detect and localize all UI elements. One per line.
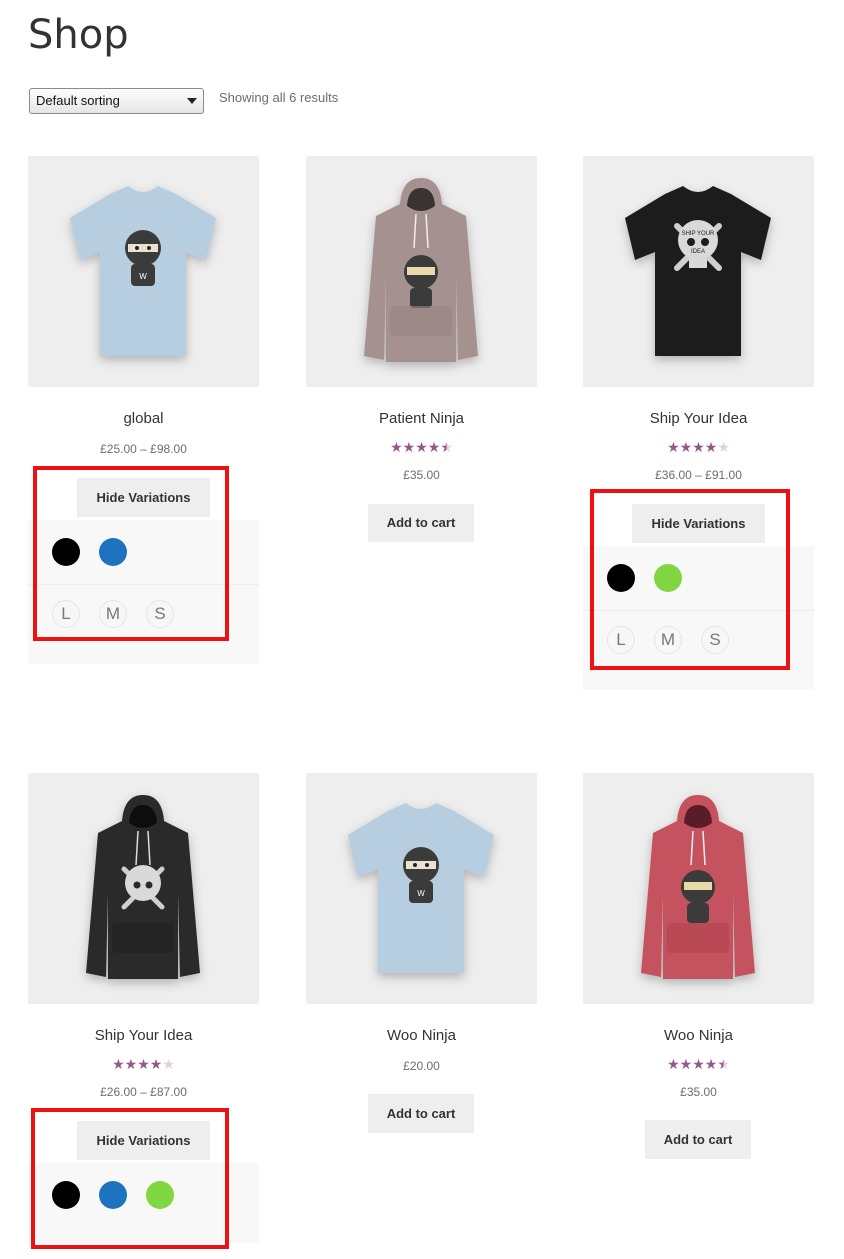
product-card[interactable]: Patient Ninja ★★★★★ £35.00 Add to cart: [306, 156, 537, 542]
star-rating: ★★★★★: [667, 1056, 730, 1072]
product-title[interactable]: global: [28, 410, 259, 427]
product-image[interactable]: [28, 773, 259, 1004]
product-image[interactable]: W: [306, 773, 537, 1004]
star-rating: ★★★★★: [667, 439, 730, 455]
highlight-box: [33, 466, 229, 641]
result-count: Showing all 6 results: [219, 90, 339, 105]
product-card[interactable]: SHIP YOUR IDEA Ship Your Idea ★★★★★ £36.…: [583, 156, 814, 690]
svg-text:IDEA: IDEA: [691, 249, 705, 255]
page-title: Shop: [28, 12, 129, 58]
product-price: £35.00: [403, 468, 440, 482]
product-title[interactable]: Woo Ninja: [583, 1027, 814, 1044]
highlight-box: [31, 1108, 229, 1249]
product-price: £35.00: [680, 1085, 717, 1099]
product-image[interactable]: W: [28, 156, 259, 387]
product-title[interactable]: Ship Your Idea: [28, 1027, 259, 1044]
product-price: £36.00 – £91.00: [655, 468, 742, 482]
product-image[interactable]: [583, 773, 814, 1004]
add-to-cart-button[interactable]: Add to cart: [368, 1094, 474, 1133]
product-title[interactable]: Ship Your Idea: [583, 410, 814, 427]
star-rating: ★★★★★: [390, 439, 453, 455]
product-price: £26.00 – £87.00: [100, 1085, 187, 1099]
product-card[interactable]: Ship Your Idea ★★★★★ £26.00 – £87.00 Hid…: [28, 773, 259, 1243]
product-card[interactable]: W Woo Ninja £20.00 Add to cart: [306, 773, 537, 1133]
svg-text:W: W: [417, 889, 425, 898]
product-title[interactable]: Patient Ninja: [306, 410, 537, 427]
add-to-cart-button[interactable]: Add to cart: [368, 504, 474, 542]
product-card[interactable]: Woo Ninja ★★★★★ £35.00 Add to cart: [583, 773, 814, 1159]
product-image[interactable]: [306, 156, 537, 387]
product-title[interactable]: Woo Ninja: [306, 1027, 537, 1044]
star-rating: ★★★★★: [112, 1056, 175, 1072]
product-price: £25.00 – £98.00: [100, 442, 187, 456]
chevron-down-icon: [187, 98, 197, 104]
sort-select-value: Default sorting: [36, 93, 120, 108]
product-price: £20.00: [403, 1059, 440, 1073]
svg-text:W: W: [139, 272, 147, 281]
product-image[interactable]: SHIP YOUR IDEA: [583, 156, 814, 387]
svg-text:SHIP YOUR: SHIP YOUR: [682, 231, 715, 237]
highlight-box: [590, 489, 790, 670]
add-to-cart-button[interactable]: Add to cart: [645, 1120, 751, 1159]
sort-select[interactable]: Default sorting: [29, 88, 204, 114]
product-card[interactable]: W global £25.00 – £98.00 Hide Variations…: [28, 156, 259, 664]
